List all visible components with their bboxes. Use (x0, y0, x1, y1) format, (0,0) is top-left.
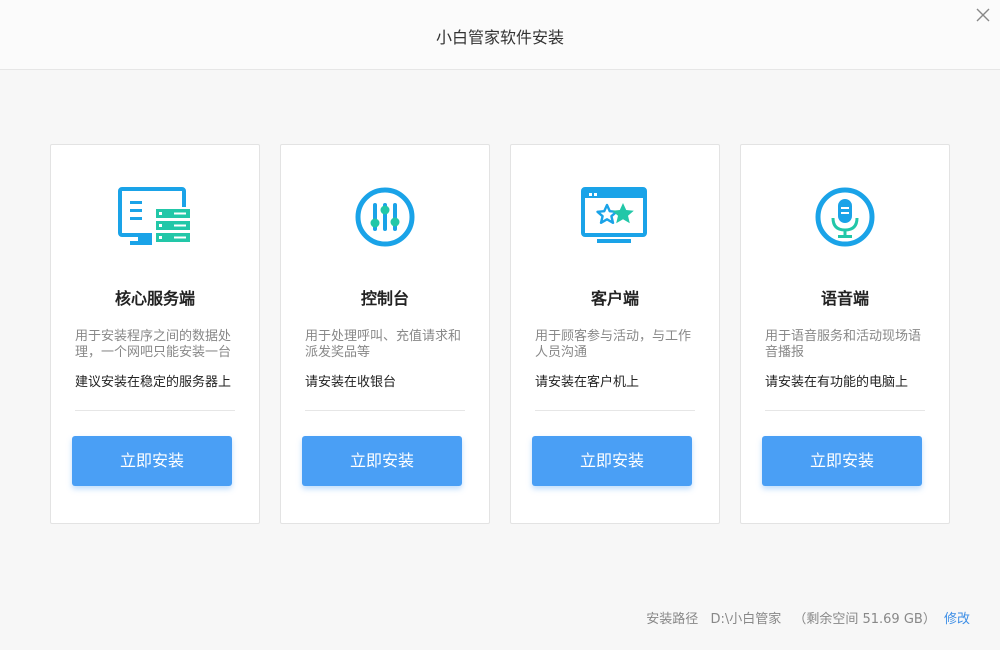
divider (535, 410, 695, 411)
star-monitor-icon (511, 185, 719, 249)
modify-link[interactable]: 修改 (944, 612, 970, 627)
install-button[interactable]: 立即安装 (532, 436, 692, 486)
card-title: 核心服务端 (114, 289, 195, 308)
close-icon[interactable] (974, 6, 992, 24)
install-button[interactable]: 立即安装 (302, 436, 462, 486)
card-tip: 请安装在有功能的电脑上 (765, 375, 909, 390)
window-title: 小白管家软件安装 (435, 28, 564, 47)
card-description: 用于处理呼叫、充值请求和派发奖品等 (305, 329, 462, 360)
install-button[interactable]: 立即安装 (762, 436, 922, 486)
free-space: （剩余空间 51.69 GB） (793, 612, 936, 627)
card-description: 用于安装程序之间的数据处理，一个网吧只能安装一台 (75, 329, 232, 360)
card-console: 控制台 用于处理呼叫、充值请求和派发奖品等 请安装在收银台 立即安装 (280, 144, 490, 524)
divider (765, 410, 925, 411)
server-monitor-icon (51, 185, 259, 249)
card-tip: 请安装在收银台 (305, 375, 397, 390)
microphone-icon (741, 185, 949, 249)
install-path-bar: 安装路径 D:\小白管家 （剩余空间 51.69 GB） 修改 (638, 608, 970, 627)
card-tip: 请安装在客户机上 (535, 375, 640, 390)
card-title: 控制台 (360, 289, 409, 308)
install-path-label: 安装路径 (646, 612, 699, 627)
card-core-server: 核心服务端 用于安装程序之间的数据处理，一个网吧只能安装一台 建议安装在稳定的服… (50, 144, 260, 524)
card-client: 客户端 用于顾客参与活动，与工作人员沟通 请安装在客户机上 立即安装 (510, 144, 720, 524)
install-button[interactable]: 立即安装 (72, 436, 232, 486)
install-path-value: D:\小白管家 (710, 612, 782, 627)
card-tip: 建议安装在稳定的服务器上 (75, 375, 232, 390)
installer-window: 小白管家软件安装 核心服务端 用于安装程序之间的数据处理，一个网吧只能安装一台 … (0, 0, 1000, 650)
divider (305, 410, 465, 411)
card-title: 客户端 (590, 289, 639, 308)
sliders-icon (281, 185, 489, 249)
divider (75, 410, 235, 411)
title-bar: 小白管家软件安装 (0, 0, 1000, 70)
card-voice: 语音端 用于语音服务和活动现场语音播报 请安装在有功能的电脑上 立即安装 (740, 144, 950, 524)
card-description: 用于顾客参与活动，与工作人员沟通 (535, 329, 692, 360)
card-title: 语音端 (820, 289, 869, 308)
card-description: 用于语音服务和活动现场语音播报 (765, 329, 922, 360)
